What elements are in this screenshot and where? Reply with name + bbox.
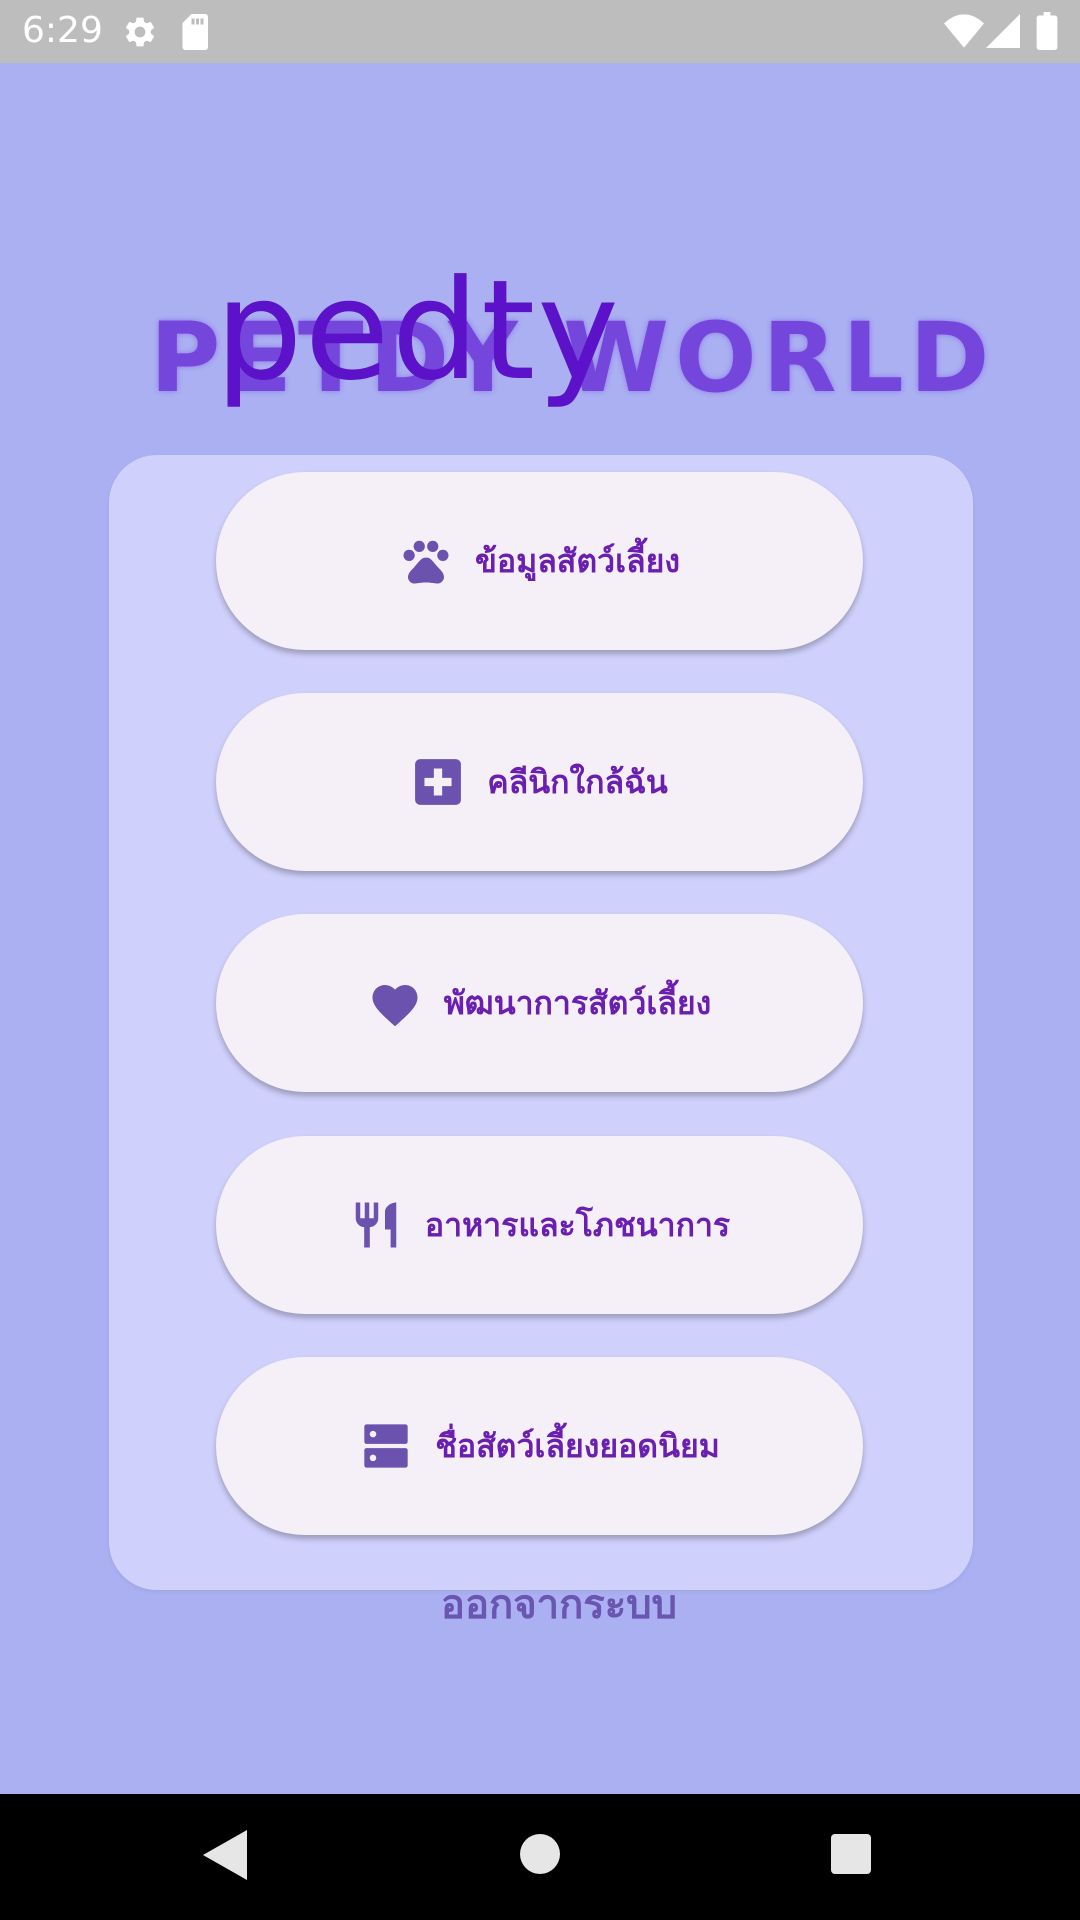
food-nutrition-label: อาหารและโภชนาการ: [424, 1205, 731, 1244]
battery-icon: [1036, 12, 1058, 54]
logo-front-text: pedty: [215, 250, 621, 411]
fork-knife-icon: [349, 1198, 403, 1252]
sd-card-icon: [180, 14, 212, 54]
logout-button[interactable]: ออกจากระบบ: [0, 1572, 1080, 1636]
popular-pet-names-button[interactable]: ชื่อสัตว์เลี้ยงยอดนิยม: [216, 1357, 863, 1535]
heart-icon: [368, 976, 422, 1030]
wifi-icon: [944, 14, 984, 52]
navigation-bar: [0, 1794, 1080, 1920]
pet-development-label: พัฒนาการสัตว์เลี้ยง: [443, 983, 712, 1022]
nearby-clinic-button[interactable]: คลีนิกใกล้ฉัน: [216, 693, 863, 871]
app-logo: PETDY WORLD pedty: [0, 250, 1080, 420]
home-icon[interactable]: [520, 1834, 560, 1878]
settings-icon: [122, 14, 158, 54]
pet-info-label: ข้อมูลสัตว์เลี้ยง: [475, 541, 680, 580]
paw-icon: [399, 534, 453, 588]
storage-icon: [359, 1419, 413, 1473]
signal-icon: [986, 14, 1020, 52]
nearby-clinic-label: คลีนิกใกล้ฉัน: [487, 762, 668, 801]
pet-development-button[interactable]: พัฒนาการสัตว์เลี้ยง: [216, 914, 863, 1092]
home-screen: 6:29 PETDY WORLD pedty ข้อมูลสัตว์เลี้ยง…: [0, 0, 1080, 1920]
pet-info-button[interactable]: ข้อมูลสัตว์เลี้ยง: [216, 472, 863, 650]
status-time: 6:29: [22, 10, 103, 51]
food-nutrition-button[interactable]: อาหารและโภชนาการ: [216, 1136, 863, 1314]
back-icon[interactable]: [203, 1830, 247, 1884]
medical-plus-icon: [411, 755, 465, 809]
popular-pet-names-label: ชื่อสัตว์เลี้ยงยอดนิยม: [435, 1426, 720, 1465]
recents-icon[interactable]: [831, 1834, 871, 1878]
status-bar: 6:29: [0, 0, 1080, 63]
